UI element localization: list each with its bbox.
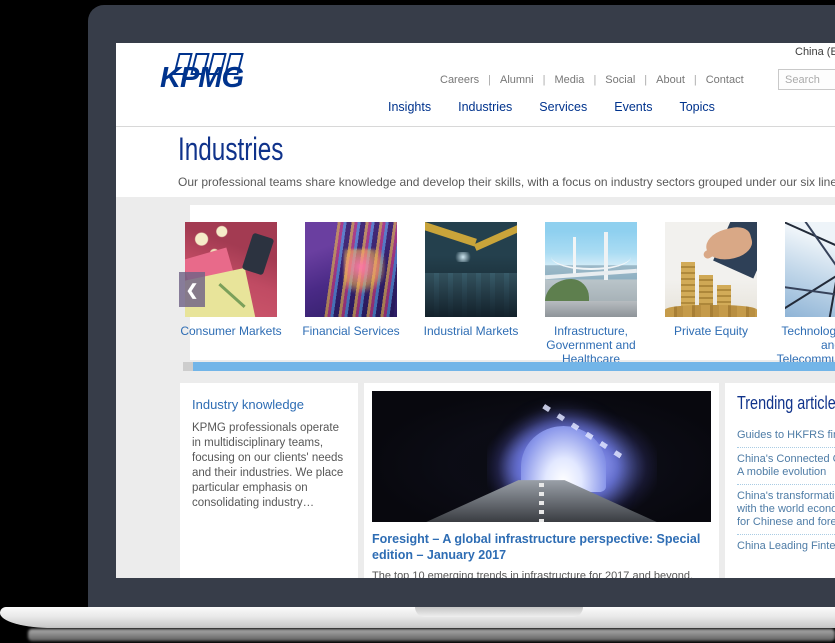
utility-nav-media[interactable]: Media (554, 74, 584, 86)
featured-article-summary: The top 10 emerging trends in infrastruc… (372, 569, 711, 578)
main-nav-insights[interactable]: Insights (388, 100, 431, 114)
trending-article-link[interactable]: China Leading Fintech 50 (737, 535, 835, 558)
browser-screen: KPMG China (EN) Careers | Alumni | Media… (116, 43, 835, 578)
laptop-shadow (28, 629, 835, 641)
utility-nav-alumni[interactable]: Alumni (500, 74, 534, 86)
card-technology-media-telecom[interactable]: Technology, Media and Telecommunications (785, 222, 835, 366)
carousel-scrollbar-thumb[interactable] (193, 362, 835, 371)
search-input[interactable] (778, 69, 835, 90)
card-infrastructure-government-healthcare[interactable]: Infrastructure, Government and Healthcar… (545, 222, 637, 366)
trending-article-link[interactable]: Guides to HKFRS financial statements (737, 424, 835, 448)
laptop-mockup: KPMG China (EN) Careers | Alumni | Media… (0, 0, 835, 643)
private-equity-image (665, 222, 757, 317)
industry-knowledge-body: KPMG professionals operate in multidisci… (192, 421, 346, 511)
page-title: Industries (178, 131, 283, 168)
utility-nav-careers[interactable]: Careers (440, 74, 479, 86)
tunnel-photo[interactable] (372, 391, 711, 522)
card-label[interactable]: Infrastructure, Government and Healthcar… (533, 324, 649, 366)
card-label[interactable]: Technology, Media and Telecommunications (773, 324, 835, 366)
industry-knowledge-panel: Industry knowledge KPMG professionals op… (180, 383, 358, 578)
utility-nav: Careers | Alumni | Media | Social | Abou… (440, 74, 744, 86)
card-label[interactable]: Private Equity (653, 324, 769, 338)
nav-separator: | (488, 74, 491, 86)
nav-separator: | (543, 74, 546, 86)
main-nav-services[interactable]: Services (539, 100, 587, 114)
featured-article-title[interactable]: Foresight – A global infrastructure pers… (372, 531, 711, 563)
main-nav-topics[interactable]: Topics (679, 100, 714, 114)
main-nav-events[interactable]: Events (614, 100, 652, 114)
card-label[interactable]: Financial Services (293, 324, 409, 338)
trending-articles-heading: Trending articles (737, 393, 835, 414)
utility-nav-contact[interactable]: Contact (706, 74, 744, 86)
site-header: KPMG China (EN) Careers | Alumni | Media… (116, 43, 835, 127)
nav-separator: | (644, 74, 647, 86)
featured-article-panel: Foresight – A global infrastructure pers… (364, 383, 719, 578)
industrial-markets-image (425, 222, 517, 317)
kpmg-logo[interactable]: KPMG (160, 53, 272, 101)
main-nav-industries[interactable]: Industries (458, 100, 512, 114)
card-private-equity[interactable]: Private Equity (665, 222, 757, 366)
financial-services-image (305, 222, 397, 317)
infrastructure-image (545, 222, 637, 317)
card-financial-services[interactable]: Financial Services (305, 222, 397, 366)
trending-articles-panel: Trending articles Guides to HKFRS financ… (725, 383, 835, 578)
industry-knowledge-heading[interactable]: Industry knowledge (192, 397, 346, 412)
trending-article-link[interactable]: China's transformation and integration w… (737, 485, 835, 535)
main-nav: Insights Industries Services Events Topi… (388, 100, 715, 114)
laptop-notch (415, 607, 583, 617)
card-industrial-markets[interactable]: Industrial Markets (425, 222, 517, 366)
card-label[interactable]: Consumer Markets (173, 324, 289, 338)
nav-separator: | (593, 74, 596, 86)
technology-image (785, 222, 835, 317)
page-intro: Our professional teams share knowledge a… (178, 175, 835, 189)
carousel-prev-button[interactable]: ❮ (179, 272, 205, 307)
card-label[interactable]: Industrial Markets (413, 324, 529, 338)
utility-nav-social[interactable]: Social (605, 74, 635, 86)
nav-separator: | (694, 74, 697, 86)
utility-nav-about[interactable]: About (656, 74, 685, 86)
chevron-left-icon: ❮ (186, 281, 199, 299)
region-selector[interactable]: China (EN) (795, 46, 835, 58)
kpmg-logo-text: KPMG (160, 62, 243, 95)
industry-carousel: Consumer Markets Financial Services Indu… (185, 222, 835, 366)
trending-article-link[interactable]: China's Connected Consumers 2016 – A mob… (737, 448, 835, 485)
